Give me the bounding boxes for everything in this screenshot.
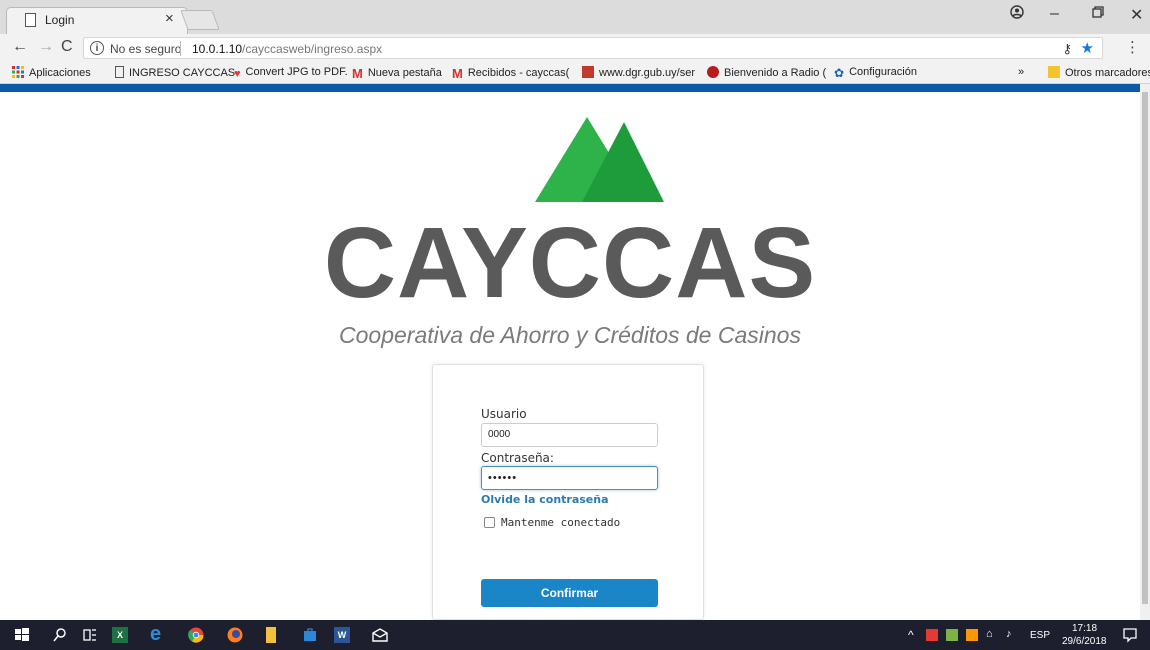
brand-name: CAYCCAS [323,207,817,319]
excel-icon[interactable]: X [112,627,128,643]
file-explorer-icon[interactable] [266,627,276,643]
bookmark-star-icon[interactable]: ★ [1081,39,1094,57]
page-scrollbar[interactable] [1140,84,1150,620]
address-divider [180,41,181,56]
gmail-icon: M [452,66,463,81]
tray-app-icon-3[interactable] [966,629,978,641]
bookmark-ingreso-cayccas[interactable]: INGRESO CAYCCAS [115,66,235,79]
bookmark-otros-marcadores[interactable]: Otros marcadores [1048,66,1150,79]
dgr-icon [582,66,594,78]
windows-start-icon[interactable] [14,627,30,643]
forgot-password-link[interactable]: Olvide la contraseña [481,493,609,506]
gmail-icon: M [352,66,363,81]
header-accent-bar [0,84,1140,92]
reload-icon[interactable]: C [61,38,73,56]
remember-me-checkbox[interactable] [484,517,495,528]
clock-time[interactable]: 17:18 [1072,623,1097,634]
store-icon[interactable] [302,627,318,643]
mail-icon[interactable] [372,627,388,643]
gear-icon: ✿ [834,66,845,80]
new-tab-button[interactable] [180,10,220,30]
volume-icon[interactable]: ♪ [1006,628,1012,640]
bookmark-aplicaciones[interactable]: Aplicaciones [12,66,91,79]
radio-icon [707,66,719,78]
username-label: Usuario [481,407,527,421]
login-form: Usuario 0000 Contraseña: •••••• Olvide l… [432,364,704,620]
edge-icon[interactable]: e [150,624,166,644]
url-host: 10.0.1.10 [192,42,243,56]
scrollbar-thumb[interactable] [1142,92,1148,604]
notifications-icon[interactable] [1122,627,1138,643]
back-icon[interactable]: ← [12,38,28,56]
firefox-icon[interactable] [227,627,243,643]
tab-login[interactable]: Login × [6,7,188,34]
cayccas-mountain-logo [535,117,664,202]
language-indicator[interactable]: ESP [1030,630,1050,641]
word-icon[interactable]: W [334,627,350,643]
tray-app-icon-2[interactable] [946,629,958,641]
search-icon[interactable] [52,627,68,643]
bookmark-dgr[interactable]: www.dgr.gub.uy/ser [582,66,695,79]
browser-tab-strip: Login × – ✕ [0,0,1150,34]
brand-tagline: Cooperativa de Ahorro y Créditos de Casi… [339,322,801,348]
menu-icon[interactable]: ⋮ [1125,38,1140,56]
apps-grid-icon [12,66,24,78]
password-label: Contraseña: [481,451,554,465]
heart-icon: ♥ [234,68,241,80]
page-icon [25,13,36,27]
bookmark-radio[interactable]: Bienvenido a Radio ( [707,66,826,79]
page-icon [115,66,124,78]
username-field[interactable]: 0000 [481,423,658,447]
confirm-button[interactable]: Confirmar [481,579,658,607]
info-icon[interactable]: i [90,41,104,55]
bookmark-convert-jpg[interactable]: ♥ Convert JPG to PDF. [234,66,348,80]
key-icon[interactable]: ⚷ [1062,41,1072,57]
bookmarks-bar: Aplicaciones INGRESO CAYCCAS ♥ Convert JP… [0,62,1150,84]
tray-overflow-icon[interactable]: ^ [908,628,914,642]
bookmark-recibidos[interactable]: M Recibidos - cayccas( [452,66,569,81]
url-text: 10.0.1.10/cayccasweb/ingreso.aspx [192,42,382,56]
chrome-icon[interactable] [188,627,204,643]
close-window-icon[interactable]: ✕ [1130,5,1143,25]
tab-title: Login [45,13,75,27]
forward-icon[interactable]: → [38,38,54,56]
profile-icon[interactable] [1010,5,1024,24]
password-field[interactable]: •••••• [481,466,658,490]
browser-toolbar: ← → C i No es seguro 10.0.1.10/cayccaswe… [0,34,1150,62]
tray-app-icon[interactable] [926,629,938,641]
clock-date[interactable]: 29/6/2018 [1062,636,1107,647]
remember-me-label: Mantenme conectado [501,516,621,529]
bookmark-configuracion[interactable]: ✿ Configuración [834,66,917,80]
network-icon[interactable]: ⌂ [986,628,993,640]
security-label: No es seguro [110,42,182,56]
task-view-icon[interactable] [82,627,98,643]
folder-icon [1048,66,1060,78]
bookmarks-overflow-icon[interactable]: » [1018,66,1024,78]
bookmark-nueva-pestana[interactable]: M Nueva pestaña [352,66,442,81]
restore-icon[interactable] [1092,5,1104,23]
minimize-icon[interactable]: – [1050,5,1059,23]
windows-taskbar: X e W ^ ⌂ ♪ ESP 17:18 29/6/2018 [0,620,1150,650]
address-bar[interactable]: i No es seguro 10.0.1.10/cayccasweb/ingr… [83,37,1103,59]
url-path: /cayccasweb/ingreso.aspx [242,42,383,56]
close-tab-icon[interactable]: × [165,10,174,27]
